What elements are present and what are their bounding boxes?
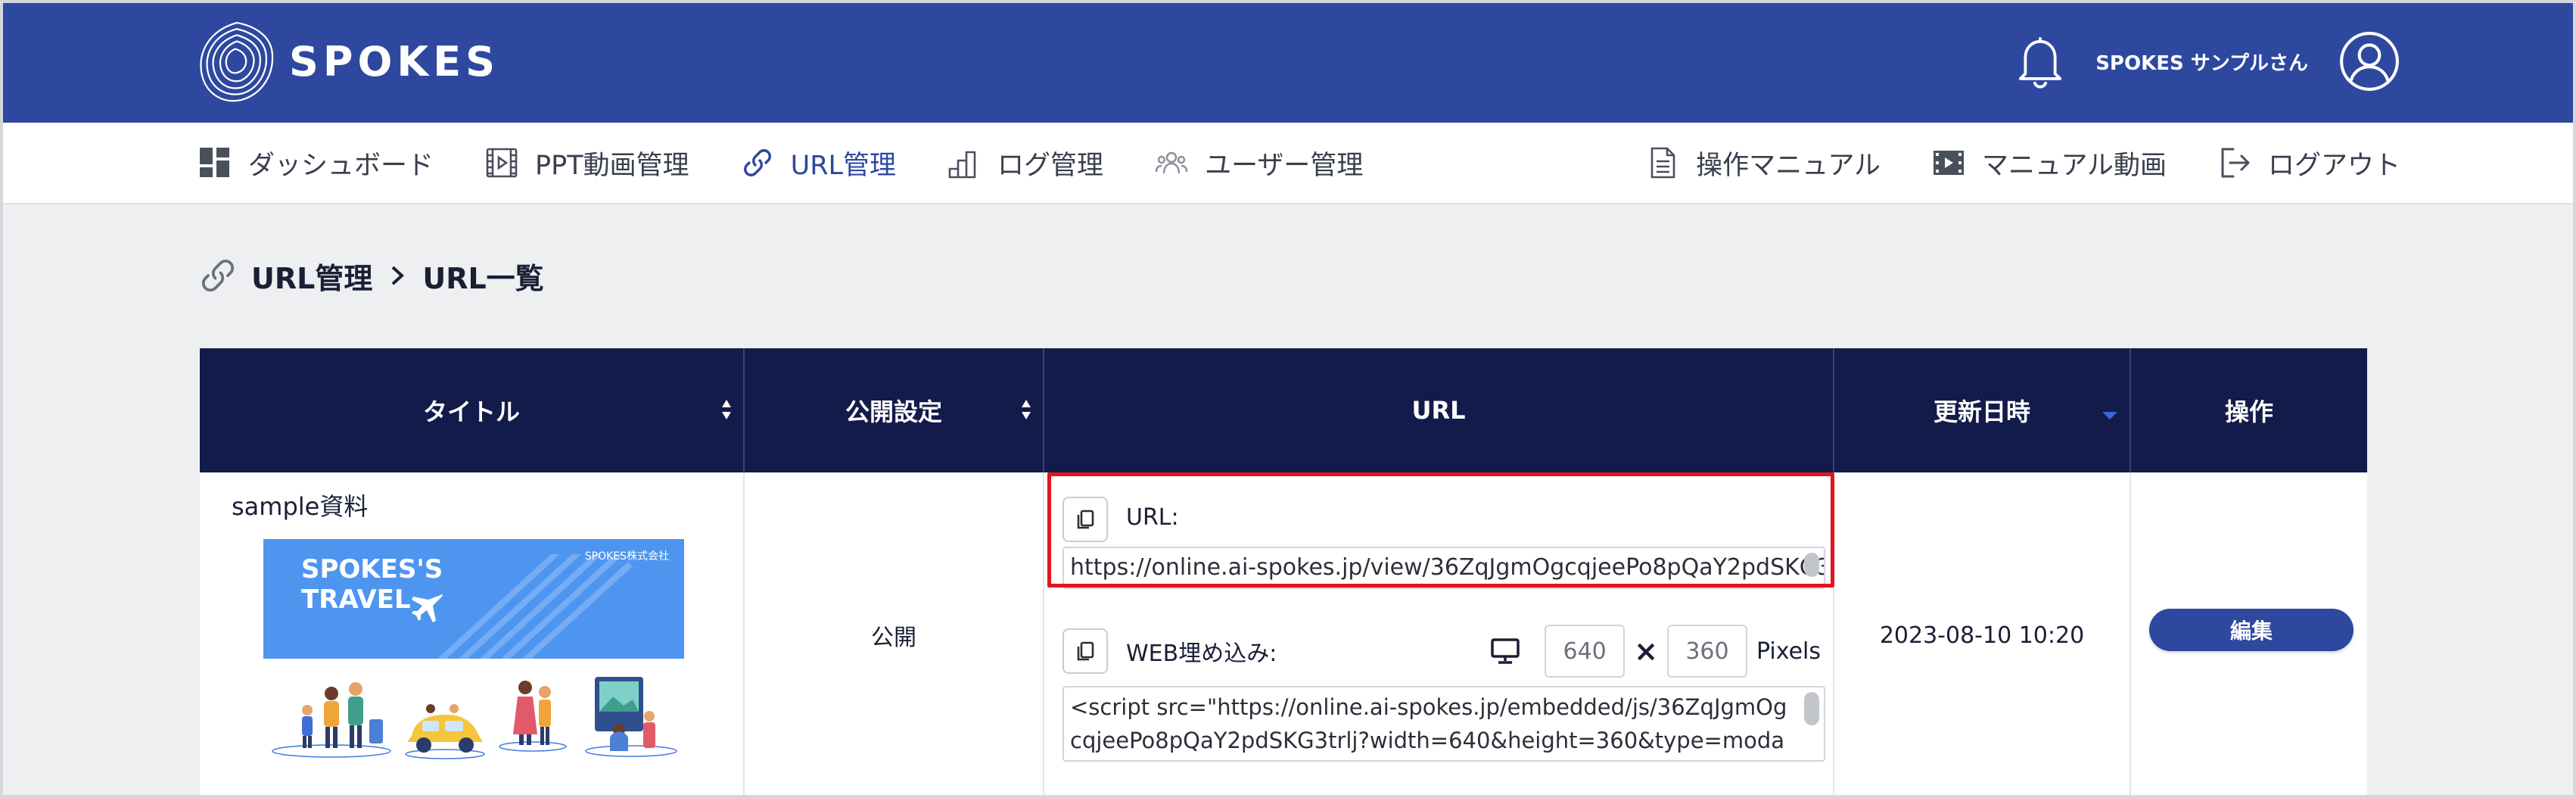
dashboard-icon [200,148,229,177]
users-icon [1155,151,1188,174]
table-header: タイトル 公開設定 URL 更新日時 操作 [200,348,2367,472]
breadcrumb-parent[interactable]: URL管理 [251,255,372,297]
thumbnail-company: SPOKES株式会社 [584,550,669,563]
film-icon [486,148,518,178]
sort-descending-icon[interactable] [2101,410,2119,421]
nav-left: ダッシュボード PPT動画管理 URL管理 ログ管理 ユーザー管理 [198,144,1363,182]
bell-icon[interactable] [2015,34,2065,89]
main-nav: ダッシュボード PPT動画管理 URL管理 ログ管理 ユーザー管理 操作マニュア… [0,123,2576,204]
embed-height-input[interactable] [1666,625,1747,678]
embed-scrollbar[interactable] [1804,692,1819,725]
logout-icon [2221,148,2250,178]
thumbnail[interactable]: SPOKES'S TRAVEL SPOKES株式会社 [263,539,684,760]
breadcrumb-current: URL一覧 [422,261,544,295]
nav-label-ppt-video: PPT動画管理 [535,150,689,181]
embed-code-field[interactable]: <script src="https://online.ai-spokes.jp… [1062,686,1825,762]
embed-code-value: <script src="https://online.ai-spokes.jp… [1070,694,1787,753]
avatar-icon[interactable] [2338,30,2400,92]
nav-label-url: URL管理 [790,150,897,181]
nav-label-users: ユーザー管理 [1205,150,1364,181]
link-icon [743,149,771,176]
row-title[interactable]: sample資料 [232,488,368,522]
cell-url: URL: https://online.ai-spokes.jp/view/36… [1044,472,1834,798]
cell-title: sample資料 SPOKES'S TRAVEL SPOKES株式会社 [200,472,745,798]
sort-icon[interactable] [720,398,733,421]
url-highlight-box [1047,472,1834,588]
thumbnail-banner: SPOKES'S TRAVEL SPOKES株式会社 [263,539,684,659]
breadcrumb: URL管理 URL一覧 [198,251,544,300]
brand-name: SPOKES [289,37,499,86]
chevron-right-icon [391,266,405,285]
column-header-title[interactable]: タイトル [200,348,745,472]
cell-updated: 2023-08-10 10:20 [1834,472,2131,798]
nav-right: 操作マニュアル マニュアル動画 ログアウト [1646,144,2400,182]
sort-icon[interactable] [1020,398,1032,421]
embed-label: WEB埋め込み: [1126,641,1277,667]
video-icon [1934,151,1965,175]
times-icon: × [1634,634,1658,668]
nav-label-logout: ログアウト [2267,150,2400,181]
column-header-url: URL [1044,348,1834,472]
nav-label-dashboard: ダッシュボード [248,150,434,181]
airplane-icon [412,594,443,622]
stairs-icon [948,151,976,179]
updated-datetime: 2023-08-10 10:20 [1879,622,2085,649]
link-icon [201,259,235,292]
nav-item-manual-video[interactable]: マニュアル動画 [1932,144,2167,182]
column-header-public[interactable]: 公開設定 [745,348,1044,472]
copy-embed-button[interactable] [1062,628,1108,674]
column-header-action: 操作 [2224,397,2273,426]
user-name[interactable]: SPOKES サンプルさん [2095,48,2308,76]
nav-item-log[interactable]: ログ管理 [947,144,1103,182]
nav-label-manual-video: マニュアル動画 [1982,150,2167,181]
document-icon [1650,147,1675,179]
embed-width-input[interactable] [1545,625,1626,678]
nav-item-logout[interactable]: ログアウト [2218,144,2400,182]
copy-icon [1077,641,1094,661]
nav-item-users[interactable]: ユーザー管理 [1155,144,1363,182]
public-status: 公開 [871,625,916,651]
nav-label-log: ログ管理 [997,150,1104,181]
brand[interactable]: SPOKES [198,20,499,103]
nav-item-manual[interactable]: 操作マニュアル [1646,144,1881,182]
nav-item-url[interactable]: URL管理 [741,144,896,182]
travelers-illustration [272,677,677,759]
column-header-updated[interactable]: 更新日時 [1834,348,2131,472]
url-table: タイトル 公開設定 URL 更新日時 操作 sample資料 SPOKES'S … [200,348,2367,798]
edit-button[interactable]: 編集 [2149,609,2354,651]
table-row: sample資料 SPOKES'S TRAVEL SPOKES株式会社 公開 U… [200,472,2367,798]
nav-label-manual: 操作マニュアル [1696,150,1881,181]
header-right: SPOKES サンプルさん [2015,30,2400,92]
nav-item-dashboard[interactable]: ダッシュボード [198,144,434,182]
pixels-label: Pixels [1756,637,1821,665]
cell-action: 編集 [2131,472,2367,798]
monitor-icon [1491,638,1520,664]
app-header: SPOKES SPOKES サンプルさん [0,0,2576,123]
cell-public: 公開 [745,472,1044,798]
nav-item-ppt-video[interactable]: PPT動画管理 [485,144,689,182]
embed-size-controls: × Pixels [1490,624,1821,678]
spokes-logo-icon [200,21,274,102]
